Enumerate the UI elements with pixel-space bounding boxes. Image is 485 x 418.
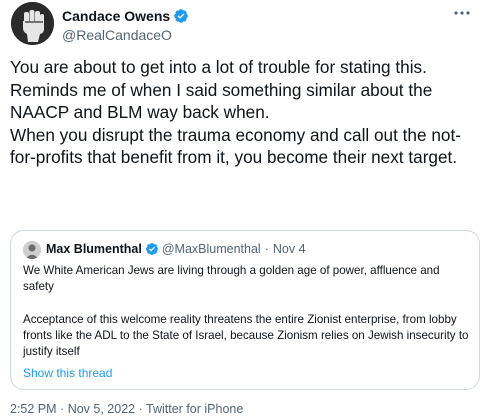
author-avatar[interactable] <box>11 2 54 45</box>
tweet-source: Twitter for iPhone <box>146 402 244 416</box>
author-handle[interactable]: @RealCandaceO <box>62 27 172 43</box>
tweet-paragraph: Reminds me of when I said something simi… <box>10 79 433 123</box>
more-options-button[interactable] <box>449 4 475 22</box>
tweet-paragraph: When you disrupt the trauma economy and … <box>10 124 461 168</box>
tweet-time[interactable]: 2:52 PM <box>10 402 57 416</box>
quoted-tweet-header: Max Blumenthal @MaxBlumenthal · Nov 4 <box>46 242 306 256</box>
quoted-author-avatar[interactable] <box>23 241 41 259</box>
footer-separator: · <box>138 402 143 416</box>
footer-separator: · <box>60 402 65 416</box>
quoted-paragraph: We White American Jews are living throug… <box>23 264 440 294</box>
more-options-icon <box>454 11 470 15</box>
tweet-date[interactable]: Nov 5, 2022 <box>68 402 135 416</box>
quoted-date[interactable]: Nov 4 <box>273 242 306 256</box>
quoted-author-name[interactable]: Max Blumenthal <box>46 242 142 256</box>
tweet-paragraph: You are about to get into a lot of troub… <box>10 57 427 77</box>
verified-badge-icon <box>145 243 158 255</box>
user-avatar-icon <box>23 241 41 259</box>
tweet-footer: 2:52 PM · Nov 5, 2022 · Twitter for iPho… <box>10 402 243 416</box>
show-thread-link[interactable]: Show this thread <box>23 366 112 380</box>
quoted-separator: · <box>264 242 269 256</box>
author-name-text: Candace Owens <box>62 8 171 24</box>
quoted-paragraph: Acceptance of this welcome reality threa… <box>23 312 469 359</box>
verified-badge-icon <box>174 9 188 23</box>
quoted-tweet[interactable]: Max Blumenthal @MaxBlumenthal · Nov 4 We… <box>10 230 480 390</box>
quoted-tweet-text: We White American Jews are living throug… <box>23 263 471 360</box>
tweet-text: You are about to get into a lot of troub… <box>10 56 482 169</box>
raised-fist-icon <box>11 2 54 45</box>
author-name[interactable]: Candace Owens <box>62 8 189 24</box>
quoted-author-handle[interactable]: @MaxBlumenthal <box>162 242 261 256</box>
